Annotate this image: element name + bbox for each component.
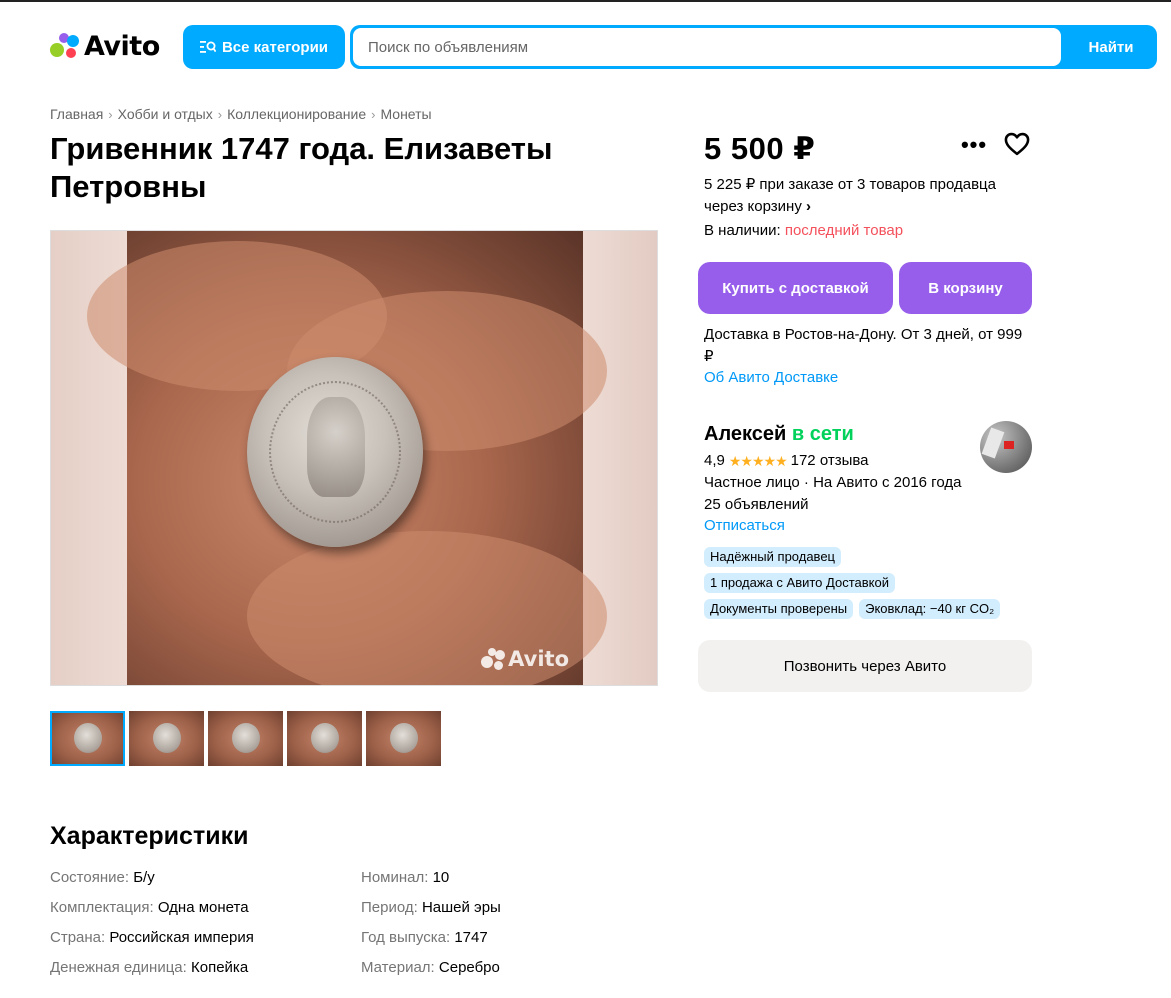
char-currency: Денежная единица: Копейка bbox=[50, 959, 249, 976]
about-delivery-link[interactable]: Об Авито Доставке bbox=[704, 367, 838, 389]
price: 5 500 ₽ bbox=[704, 131, 816, 166]
char-year: Год выпуска: 1747 bbox=[361, 929, 488, 946]
more-options-icon[interactable]: ••• bbox=[960, 132, 988, 157]
unsubscribe-link[interactable]: Отписаться bbox=[704, 515, 785, 537]
chevron-right-icon: › bbox=[217, 106, 223, 122]
chevron-right-icon: › bbox=[371, 106, 376, 122]
stock-label: В наличии: bbox=[704, 222, 781, 239]
thumbnail-5[interactable] bbox=[366, 711, 441, 766]
badge-reliable-seller[interactable]: Надёжный продавец bbox=[704, 547, 841, 567]
categories-search-icon bbox=[199, 41, 216, 53]
call-via-avito-button[interactable]: Позвонить через Авито bbox=[698, 640, 1032, 692]
seller-rating[interactable]: 4,9 ★★★★★ 172 отзыва bbox=[704, 451, 869, 471]
avito-logo-icon bbox=[49, 31, 79, 61]
breadcrumb: Главная › Хобби и отдых › Коллекциониров… bbox=[50, 106, 432, 122]
listing-title: Гривенник 1747 года. Елизаветы Петровны bbox=[50, 131, 553, 204]
search-input[interactable] bbox=[353, 28, 1061, 66]
avito-logo[interactable]: Avito bbox=[49, 30, 160, 62]
breadcrumb-item-home[interactable]: Главная bbox=[50, 106, 103, 122]
main-photo[interactable]: Avito bbox=[50, 230, 658, 686]
thumbnail-strip bbox=[50, 711, 441, 766]
chevron-right-icon: › bbox=[806, 198, 812, 215]
all-categories-button[interactable]: Все категории bbox=[183, 25, 345, 69]
seller-name[interactable]: Алексей в сети bbox=[704, 423, 854, 446]
thumbnail-2[interactable] bbox=[129, 711, 204, 766]
star-rating-icon: ★★★★★ bbox=[728, 453, 788, 469]
char-set: Комплектация: Одна монета bbox=[50, 899, 249, 916]
seller-info: Частное лицо · На Авито с 2016 года 25 о… bbox=[704, 472, 994, 516]
watermark-text: Avito bbox=[508, 647, 569, 671]
bulk-offer-text: 5 225 ₽ при заказе от 3 товаров продавца… bbox=[704, 176, 996, 215]
char-denomination: Номинал: 10 bbox=[361, 869, 450, 886]
coin-image bbox=[247, 357, 423, 547]
top-border bbox=[0, 0, 1171, 2]
seller-listings-count[interactable]: 25 объявлений bbox=[704, 494, 994, 516]
delivery-info: Доставка в Ростов-на-Дону. От 3 дней, от… bbox=[704, 326, 1023, 365]
coin-photo bbox=[87, 231, 607, 685]
char-condition: Состояние: Б/у bbox=[50, 869, 155, 886]
chevron-right-icon: › bbox=[108, 106, 113, 122]
seller-avatar[interactable] bbox=[980, 421, 1032, 473]
thumbnail-1[interactable] bbox=[50, 711, 125, 766]
logo-text: Avito bbox=[84, 30, 160, 62]
rating-value: 4,9 bbox=[704, 452, 725, 469]
seller-info-line: Частное лицо · На Авито с 2016 года bbox=[704, 474, 962, 491]
thumbnail-4[interactable] bbox=[287, 711, 362, 766]
stock-value: последний товар bbox=[784, 222, 904, 239]
seller-badges: Надёжный продавец 1 продажа с Авито Дост… bbox=[704, 547, 1024, 619]
search-button[interactable]: Найти bbox=[1065, 25, 1157, 69]
breadcrumb-item-coins[interactable]: Монеты bbox=[380, 106, 431, 122]
avito-watermark: Avito bbox=[481, 647, 569, 671]
online-status: в сети bbox=[791, 423, 854, 445]
characteristics-list: Состояние: Б/у Номинал: 10 Комплектация:… bbox=[50, 868, 670, 978]
all-categories-label: Все категории bbox=[221, 38, 329, 56]
add-to-cart-button[interactable]: В корзину bbox=[899, 262, 1032, 314]
thumbnail-3[interactable] bbox=[208, 711, 283, 766]
reviews-count: 172 отзыва bbox=[790, 452, 869, 469]
breadcrumb-item-hobby[interactable]: Хобби и отдых bbox=[118, 106, 213, 122]
favorite-heart-icon[interactable] bbox=[1003, 130, 1033, 160]
seller-name-text: Алексей bbox=[704, 423, 787, 445]
badge-delivery-sale[interactable]: 1 продажа с Авито Доставкой bbox=[704, 573, 895, 593]
char-period: Период: Нашей эры bbox=[361, 899, 501, 916]
characteristics-title: Характеристики bbox=[50, 822, 249, 850]
breadcrumb-item-collecting[interactable]: Коллекционирование bbox=[227, 106, 366, 122]
char-country: Страна: Российская империя bbox=[50, 929, 254, 946]
avito-watermark-icon bbox=[481, 648, 506, 670]
buy-with-delivery-button[interactable]: Купить с доставкой bbox=[698, 262, 893, 314]
badge-eco-contribution[interactable]: Эковклад: −40 кг CO₂ bbox=[859, 599, 1001, 619]
stock-status: В наличии: последний товар bbox=[704, 220, 903, 242]
badge-documents-verified[interactable]: Документы проверены bbox=[704, 599, 854, 619]
bulk-offer[interactable]: 5 225 ₽ при заказе от 3 товаров продавца… bbox=[704, 174, 1024, 218]
search-bar: Найти bbox=[350, 25, 1157, 69]
char-material: Материал: Серебро bbox=[361, 959, 500, 976]
